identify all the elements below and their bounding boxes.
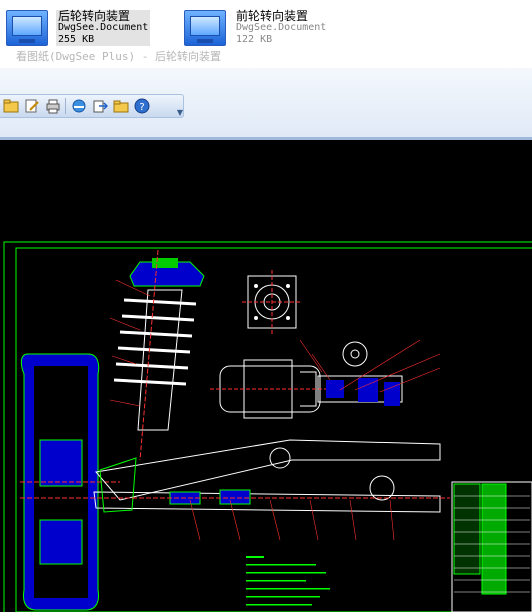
drawing-canvas[interactable] — [0, 140, 532, 612]
edit-icon[interactable] — [23, 98, 40, 115]
file-type: DwgSee.Document — [58, 22, 149, 33]
file-item-rear-steering[interactable]: 后轮转向装置 DwgSee.Document 255 KB — [6, 9, 151, 46]
file-name: 前轮转向装置 — [236, 9, 309, 23]
file-meta: 后轮转向装置 DwgSee.Document 255 KB — [56, 9, 151, 46]
main-toolbar: ? ▼ — [0, 94, 184, 118]
toolbar-separator — [65, 98, 66, 114]
file-strip: 后轮转向装置 DwgSee.Document 255 KB 前轮转向装置 Dwg… — [0, 0, 532, 46]
toolbar-options-icon[interactable]: ▼ — [177, 95, 183, 117]
ie-icon[interactable] — [70, 98, 87, 115]
folder-icon[interactable] — [112, 98, 129, 115]
file-item-front-steering[interactable]: 前轮转向装置 DwgSee.Document 122 KB — [184, 10, 328, 46]
svg-text:?: ? — [139, 102, 144, 113]
open-icon[interactable] — [2, 98, 19, 115]
strut-assembly — [113, 249, 205, 461]
file-meta: 前轮转向装置 DwgSee.Document 122 KB — [234, 10, 328, 46]
technical-notes — [246, 556, 330, 606]
print-icon[interactable] — [44, 98, 61, 115]
file-size: 255 KB — [58, 34, 95, 45]
file-size: 122 KB — [236, 34, 273, 45]
toolbar-band: ? ▼ — [0, 68, 532, 140]
window-title: 看图纸(DwgSee Plus) - 后轮转向装置 — [0, 46, 532, 68]
motor-part — [210, 359, 330, 419]
cad-drawing — [3, 241, 532, 612]
file-type: DwgSee.Document — [236, 22, 327, 33]
title-block — [451, 481, 532, 612]
document-icon — [6, 10, 48, 46]
pinion-assembly — [317, 339, 441, 406]
flange-top-view — [242, 270, 302, 334]
help-icon[interactable]: ? — [133, 98, 150, 115]
document-icon — [184, 10, 226, 46]
file-name: 后轮转向装置 — [58, 9, 131, 23]
export-icon[interactable] — [91, 98, 108, 115]
